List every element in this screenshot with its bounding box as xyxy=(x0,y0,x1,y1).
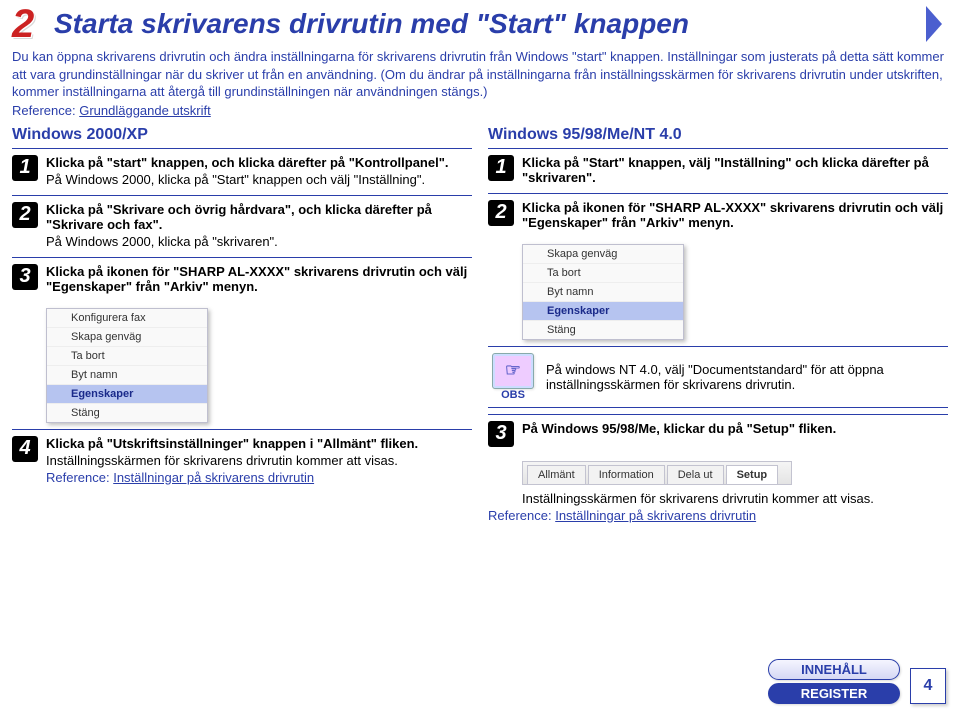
obs-note: ☞ OBS På windows NT 4.0, välj "Documents… xyxy=(488,346,948,408)
step-number: 1 xyxy=(12,155,38,181)
context-menu-left: Konfigurera fax Skapa genväg Ta bort Byt… xyxy=(46,308,208,423)
right-column: Windows 95/98/Me/NT 4.0 1 Klicka på "Sta… xyxy=(488,124,948,523)
step-body: Klicka på ikonen för "SHARP AL-XXXX" skr… xyxy=(522,200,948,230)
menu-item[interactable]: Stäng xyxy=(47,404,207,422)
menu-item[interactable]: Skapa genväg xyxy=(47,328,207,347)
menu-item[interactable]: Ta bort xyxy=(47,347,207,366)
tab-item-selected[interactable]: Setup xyxy=(726,465,779,484)
intro-paragraph: Du kan öppna skrivarens drivrutin och än… xyxy=(12,48,948,101)
tab-item[interactable]: Dela ut xyxy=(667,465,724,484)
step-number: 3 xyxy=(12,264,38,290)
header-region: 2 Starta skrivarens drivrutin med "Start… xyxy=(0,0,960,124)
step-bold: Klicka på "Skrivare och övrig hårdvara",… xyxy=(46,202,472,232)
reference-line: Reference: Inställningar på skrivarens d… xyxy=(488,508,948,523)
menu-item[interactable]: Byt namn xyxy=(523,283,683,302)
step-sub: På Windows 2000, klicka på "Start" knapp… xyxy=(46,172,472,187)
bottom-nav: INNEHÅLL REGISTER 4 xyxy=(768,659,946,704)
reference-link[interactable]: Grundläggande utskrift xyxy=(79,103,211,118)
step-sub: Inställningsskärmen för skrivarens drivr… xyxy=(46,453,472,468)
step-number: 2 xyxy=(488,200,514,226)
menu-item[interactable]: Stäng xyxy=(523,321,683,339)
step-body: Klicka på "Skrivare och övrig hårdvara",… xyxy=(46,202,472,249)
menu-item-selected[interactable]: Egenskaper xyxy=(523,302,683,321)
tab-row: Allmänt Information Dela ut Setup xyxy=(522,461,792,485)
pointing-hand-icon: ☞ xyxy=(492,353,534,389)
step-number: 2 xyxy=(12,202,38,228)
step-body: Klicka på "start" knappen, och klicka dä… xyxy=(46,155,472,187)
reference-line: Reference: Inställningar på skrivarens d… xyxy=(46,470,472,485)
title-arrow-icon xyxy=(926,6,942,42)
tab-item[interactable]: Information xyxy=(588,465,665,484)
step-number: 3 xyxy=(488,421,514,447)
obs-icon-wrap: ☞ OBS xyxy=(488,353,538,401)
step-bold: Klicka på "Utskriftsinställninger" knapp… xyxy=(46,436,472,451)
left-column: Windows 2000/XP 1 Klicka på "start" knap… xyxy=(12,124,472,523)
obs-text: På windows NT 4.0, välj "Documentstandar… xyxy=(546,362,948,392)
context-menu-right: Skapa genväg Ta bort Byt namn Egenskaper… xyxy=(522,244,684,340)
left-step-3: 3 Klicka på ikonen för "SHARP AL-XXXX" s… xyxy=(12,257,472,302)
step-body: Klicka på ikonen för "SHARP AL-XXXX" skr… xyxy=(46,264,472,294)
reference-link[interactable]: Inställningar på skrivarens drivrutin xyxy=(555,508,756,523)
step-bold: Klicka på "Start" knappen, välj "Inställ… xyxy=(522,155,948,185)
left-step-1: 1 Klicka på "start" knappen, och klicka … xyxy=(12,148,472,195)
step-number: 1 xyxy=(488,155,514,181)
reference-line: Reference: Grundläggande utskrift xyxy=(12,103,948,118)
step-body: På Windows 95/98/Me, klickar du på "Setu… xyxy=(522,421,948,436)
step-sub: På Windows 2000, klicka på "skrivaren". xyxy=(46,234,472,249)
menu-item[interactable]: Konfigurera fax xyxy=(47,309,207,328)
nav-buttons: INNEHÅLL REGISTER xyxy=(768,659,900,704)
reference-label: Reference: xyxy=(12,103,76,118)
register-button[interactable]: REGISTER xyxy=(768,683,900,704)
right-step-1: 1 Klicka på "Start" knappen, välj "Instä… xyxy=(488,148,948,193)
right-step-2: 2 Klicka på ikonen för "SHARP AL-XXXX" s… xyxy=(488,193,948,238)
columns: Windows 2000/XP 1 Klicka på "start" knap… xyxy=(0,124,960,523)
step-number: 4 xyxy=(12,436,38,462)
step-body: Klicka på "Start" knappen, välj "Inställ… xyxy=(522,155,948,185)
reference-label: Reference: xyxy=(488,508,552,523)
title-row: 2 Starta skrivarens drivrutin med "Start… xyxy=(12,4,948,44)
section-number: 2 xyxy=(12,4,46,44)
menu-item-selected[interactable]: Egenskaper xyxy=(47,385,207,404)
right-step-3: 3 På Windows 95/98/Me, klickar du på "Se… xyxy=(488,414,948,455)
right-heading: Windows 95/98/Me/NT 4.0 xyxy=(488,126,948,144)
step-body: Klicka på "Utskriftsinställninger" knapp… xyxy=(46,436,472,485)
page-title: Starta skrivarens drivrutin med "Start" … xyxy=(54,8,689,40)
menu-item[interactable]: Skapa genväg xyxy=(523,245,683,264)
step-bold: Klicka på ikonen för "SHARP AL-XXXX" skr… xyxy=(46,264,472,294)
tab-item[interactable]: Allmänt xyxy=(527,465,586,484)
menu-item[interactable]: Byt namn xyxy=(47,366,207,385)
contents-button[interactable]: INNEHÅLL xyxy=(768,659,900,680)
reference-link[interactable]: Inställningar på skrivarens drivrutin xyxy=(113,470,314,485)
reference-label: Reference: xyxy=(46,470,110,485)
step-bold: Klicka på "start" knappen, och klicka dä… xyxy=(46,155,472,170)
page-number: 4 xyxy=(910,668,946,704)
menu-item[interactable]: Ta bort xyxy=(523,264,683,283)
obs-label: OBS xyxy=(501,389,525,401)
left-step-2: 2 Klicka på "Skrivare och övrig hårdvara… xyxy=(12,195,472,257)
left-step-4: 4 Klicka på "Utskriftsinställninger" kna… xyxy=(12,429,472,493)
step-bold: På Windows 95/98/Me, klickar du på "Setu… xyxy=(522,421,948,436)
left-heading: Windows 2000/XP xyxy=(12,126,472,144)
right-step-3-sub: Inställningsskärmen för skrivarens drivr… xyxy=(522,491,948,506)
step-bold: Klicka på ikonen för "SHARP AL-XXXX" skr… xyxy=(522,200,948,230)
